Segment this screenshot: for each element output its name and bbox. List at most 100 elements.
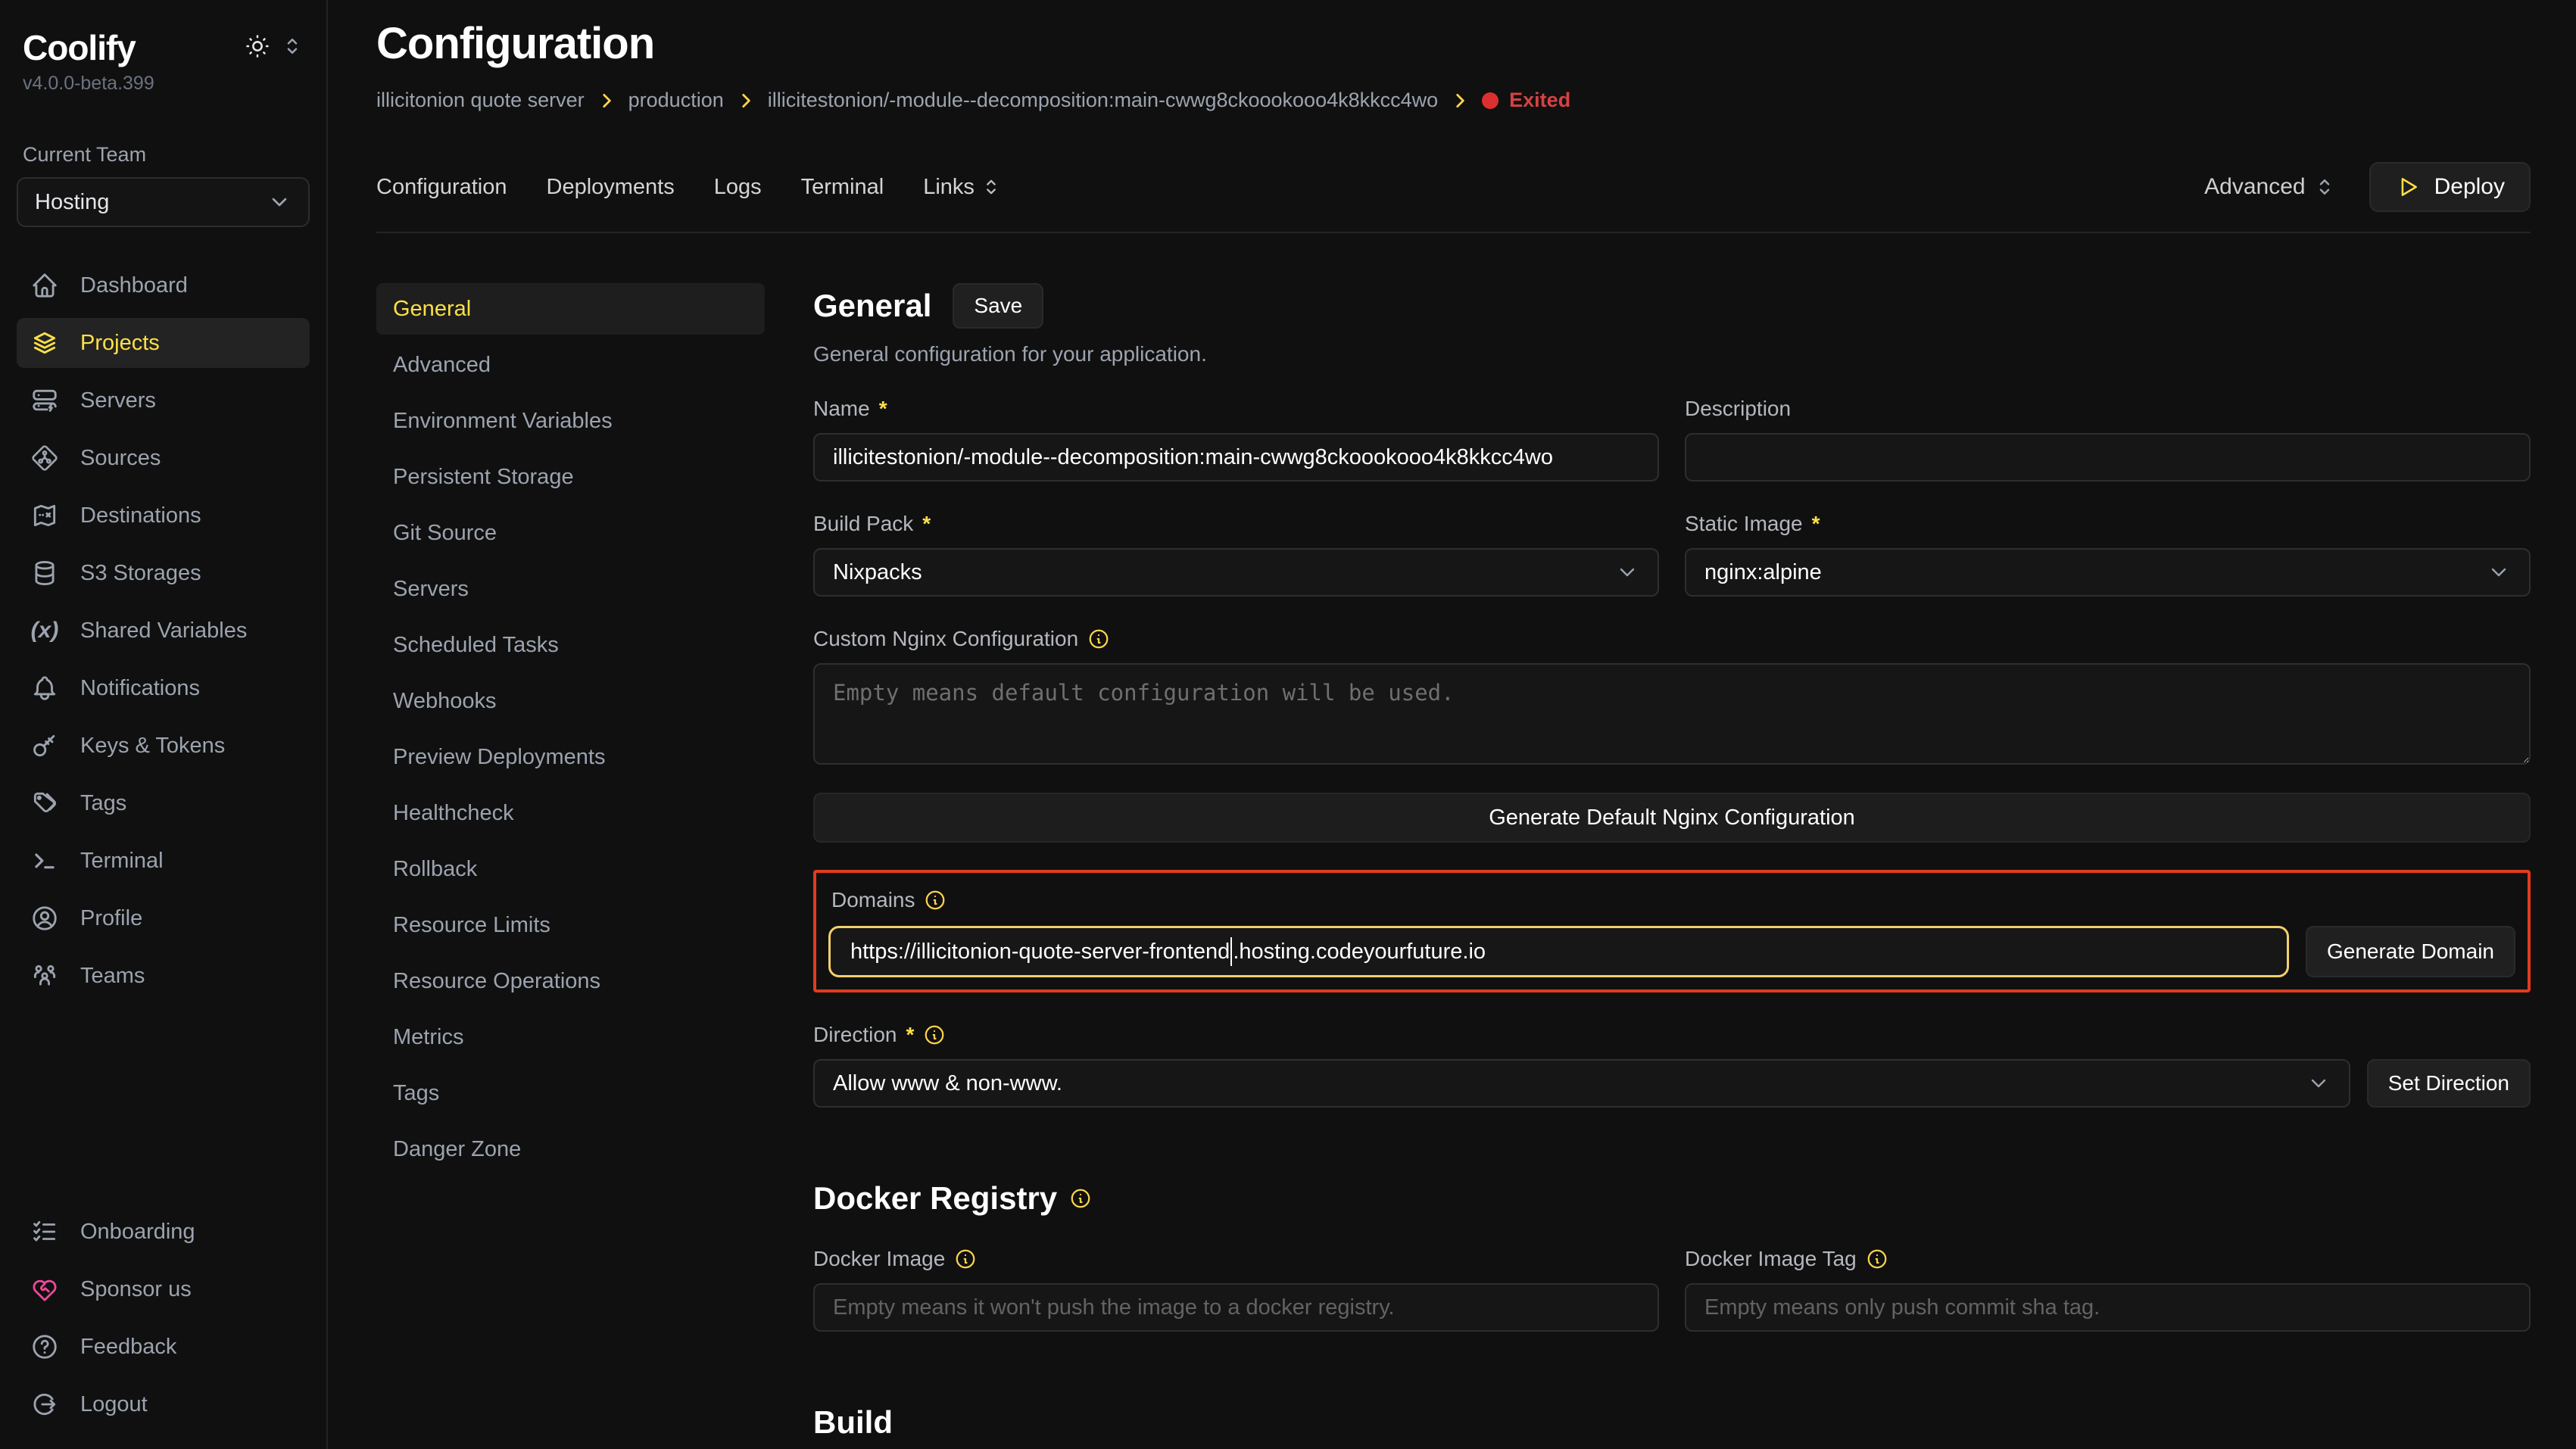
- team-select-value: Hosting: [35, 190, 109, 215]
- text-caret: [1230, 937, 1232, 966]
- subnav-danger-zone[interactable]: Danger Zone: [376, 1123, 765, 1175]
- sidebar-item-dashboard[interactable]: Dashboard: [17, 260, 310, 310]
- subnav-scheduled-tasks[interactable]: Scheduled Tasks: [376, 619, 765, 671]
- breadcrumb-project[interactable]: illicitonion quote server: [376, 89, 585, 112]
- chevron-down-icon: [2306, 1071, 2331, 1095]
- tab-links[interactable]: Links: [923, 175, 1002, 200]
- info-icon: [1866, 1248, 1888, 1270]
- sidebar-item-servers[interactable]: Servers: [17, 375, 310, 425]
- subnav-tags[interactable]: Tags: [376, 1067, 765, 1119]
- subnav-webhooks[interactable]: Webhooks: [376, 675, 765, 727]
- sidebar-item-label: Logout: [80, 1392, 148, 1417]
- sidebar-item-s3-storages[interactable]: S3 Storages: [17, 548, 310, 598]
- sidebar-item-label: Profile: [80, 906, 142, 931]
- sidebar-item-onboarding[interactable]: Onboarding: [17, 1207, 310, 1257]
- set-direction-button[interactable]: Set Direction: [2367, 1059, 2531, 1108]
- subnav-metrics[interactable]: Metrics: [376, 1011, 765, 1063]
- layers-icon: [30, 329, 59, 357]
- chevron-right-icon: [1450, 91, 1470, 111]
- play-icon: [2395, 174, 2421, 200]
- docker-image-input[interactable]: [813, 1283, 1659, 1332]
- user-circle-icon: [30, 904, 59, 933]
- sidebar-item-profile[interactable]: Profile: [17, 893, 310, 943]
- key-icon: [30, 731, 59, 760]
- subnav-healthcheck[interactable]: Healthcheck: [376, 787, 765, 839]
- subnav-advanced[interactable]: Advanced: [376, 339, 765, 391]
- generate-domain-button[interactable]: Generate Domain: [2306, 926, 2515, 977]
- subnav-git-source[interactable]: Git Source: [376, 507, 765, 559]
- tab-bar: Configuration Deployments Logs Terminal …: [376, 162, 2531, 233]
- generate-nginx-button[interactable]: Generate Default Nginx Configuration: [813, 793, 2531, 843]
- info-icon: [954, 1248, 977, 1270]
- subnav-general[interactable]: General: [376, 283, 765, 335]
- sidebar-item-teams[interactable]: Teams: [17, 951, 310, 1001]
- chevron-down-icon: [2487, 560, 2511, 584]
- sidebar-item-sponsor[interactable]: Sponsor us: [17, 1264, 310, 1314]
- docker-image-tag-label: Docker Image Tag: [1685, 1247, 2531, 1271]
- subnav-rollback[interactable]: Rollback: [376, 843, 765, 895]
- current-team-label: Current Team: [23, 143, 304, 167]
- sidebar-item-projects[interactable]: Projects: [17, 318, 310, 368]
- sidebar-item-tags[interactable]: Tags: [17, 778, 310, 828]
- subnav-resource-operations[interactable]: Resource Operations: [376, 955, 765, 1007]
- subnav-preview-deployments[interactable]: Preview Deployments: [376, 731, 765, 783]
- sidebar-item-label: Notifications: [80, 676, 200, 701]
- checklist-icon: [30, 1217, 59, 1246]
- advanced-dropdown[interactable]: Advanced: [2204, 174, 2335, 200]
- subnav-servers[interactable]: Servers: [376, 563, 765, 615]
- domains-value-after-caret: .hosting.codeyourfuture.io: [1233, 940, 1486, 964]
- name-input[interactable]: [813, 433, 1659, 481]
- home-icon: [30, 271, 59, 300]
- domains-input[interactable]: https://illicitonion-quote-server-fronte…: [828, 926, 2289, 977]
- team-select[interactable]: Hosting: [17, 177, 310, 227]
- docker-image-tag-input[interactable]: [1685, 1283, 2531, 1332]
- direction-label: Direction*: [813, 1023, 2531, 1047]
- breadcrumb-environment[interactable]: production: [628, 89, 724, 112]
- status-badge: Exited: [1482, 89, 1570, 112]
- static-image-select[interactable]: nginx:alpine: [1685, 548, 2531, 597]
- build-pack-label: Build Pack*: [813, 512, 1659, 536]
- sidebar-item-keys-tokens[interactable]: Keys & Tokens: [17, 721, 310, 771]
- info-icon: [1087, 628, 1110, 650]
- sidebar-item-label: Teams: [80, 964, 145, 989]
- docker-registry-heading: Docker Registry: [813, 1180, 2531, 1217]
- users-icon: [30, 961, 59, 990]
- main-content: Configuration illicitonion quote server …: [328, 0, 2576, 1449]
- tab-links-label: Links: [923, 175, 975, 200]
- breadcrumb-resource[interactable]: illicitestonion/-module--decomposition:m…: [768, 89, 1438, 112]
- build-pack-value: Nixpacks: [833, 560, 922, 585]
- subnav-persistent-storage[interactable]: Persistent Storage: [376, 451, 765, 503]
- info-icon: [924, 889, 947, 911]
- status-text: Exited: [1509, 89, 1570, 112]
- deploy-label: Deploy: [2434, 174, 2505, 200]
- sidebar-item-label: Sources: [80, 446, 161, 471]
- theme-selector-icon[interactable]: [281, 35, 304, 58]
- info-icon: [1069, 1187, 1092, 1210]
- build-pack-select[interactable]: Nixpacks: [813, 548, 1659, 597]
- subnav-environment-variables[interactable]: Environment Variables: [376, 395, 765, 447]
- sidebar-item-logout[interactable]: Logout: [17, 1379, 310, 1429]
- tab-deployments[interactable]: Deployments: [547, 175, 675, 200]
- deploy-button[interactable]: Deploy: [2369, 162, 2531, 212]
- tab-terminal[interactable]: Terminal: [801, 175, 884, 200]
- save-button[interactable]: Save: [953, 283, 1043, 329]
- tab-configuration[interactable]: Configuration: [376, 175, 507, 200]
- sidebar-item-destinations[interactable]: Destinations: [17, 491, 310, 541]
- description-input[interactable]: [1685, 433, 2531, 481]
- sidebar-item-feedback[interactable]: Feedback: [17, 1322, 310, 1372]
- subnav-resource-limits[interactable]: Resource Limits: [376, 899, 765, 951]
- sidebar-item-notifications[interactable]: Notifications: [17, 663, 310, 713]
- chevron-right-icon: [597, 91, 616, 111]
- sidebar-item-shared-variables[interactable]: (x) Shared Variables: [17, 606, 310, 656]
- build-heading: Build: [813, 1404, 2531, 1441]
- breadcrumb: illicitonion quote server production ill…: [376, 89, 2531, 112]
- sidebar-item-label: Servers: [80, 388, 156, 413]
- theme-toggle-sun-icon[interactable]: [245, 33, 270, 59]
- sidebar-item-sources[interactable]: Sources: [17, 433, 310, 483]
- direction-select[interactable]: Allow www & non-www.: [813, 1059, 2350, 1108]
- sidebar-item-label: Keys & Tokens: [80, 734, 225, 759]
- nginx-config-textarea[interactable]: [813, 663, 2531, 765]
- sidebar-item-terminal[interactable]: Terminal: [17, 836, 310, 886]
- tab-logs[interactable]: Logs: [714, 175, 762, 200]
- sidebar-menu: Dashboard Projects Servers Sources Desti…: [17, 260, 310, 1001]
